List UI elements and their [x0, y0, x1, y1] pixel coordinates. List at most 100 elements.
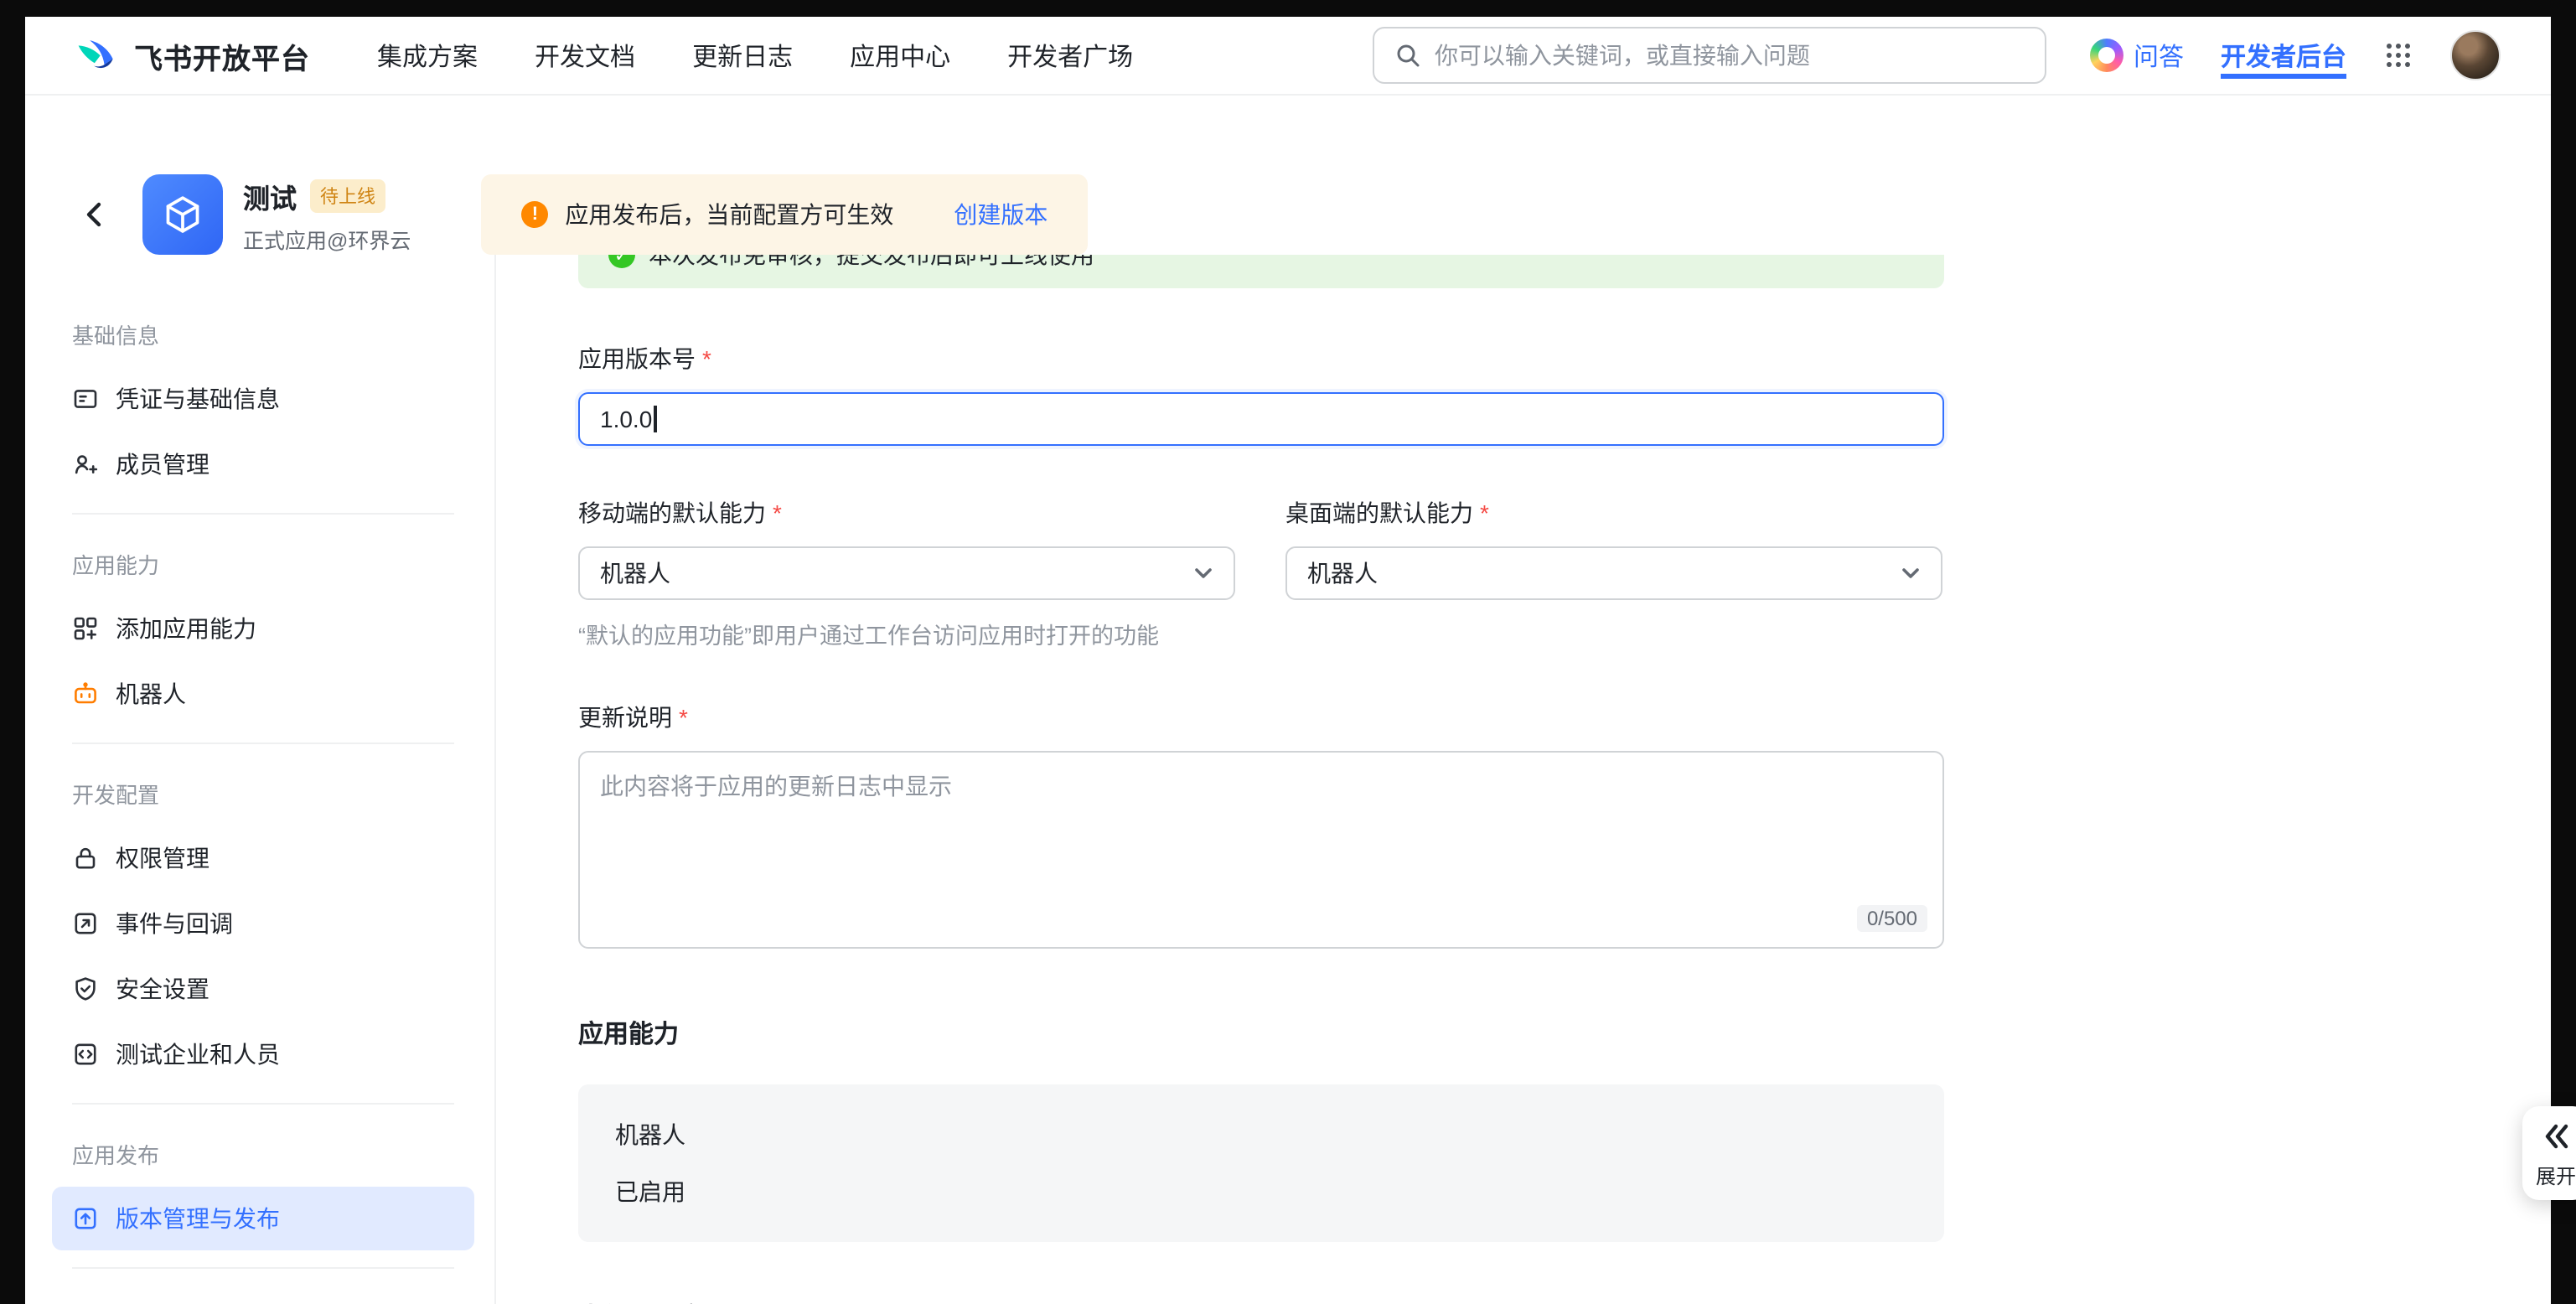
- app-name: 测试: [243, 175, 297, 215]
- nav-item-docs[interactable]: 开发文档: [535, 38, 635, 73]
- members-icon: [72, 451, 99, 478]
- status-badge: 待上线: [310, 179, 385, 212]
- sidebar-item-security[interactable]: 安全设置: [52, 957, 474, 1021]
- sidebar: 基础信息 凭证与基础信息 成员管理 应用能力: [25, 255, 496, 1304]
- required-asterisk: *: [1480, 499, 1489, 526]
- code-brackets-icon: [72, 1041, 99, 1068]
- version-label: 应用版本号: [578, 342, 696, 375]
- robot-icon: [72, 680, 99, 707]
- sidebar-item-label: 版本管理与发布: [116, 1202, 280, 1235]
- default-capability-row: 移动端的默认能力 * 机器人 桌面端的默认能力 *: [578, 496, 2551, 600]
- search-icon: [1394, 42, 1421, 69]
- sidebar-section-capability: 应用能力: [52, 548, 474, 580]
- qa-entry[interactable]: 问答: [2090, 38, 2184, 73]
- sidebar-item-members[interactable]: 成员管理: [52, 432, 474, 496]
- sidebar-item-label: 权限管理: [116, 841, 209, 875]
- version-field-label-row: 应用版本号 *: [578, 342, 2551, 375]
- desktop-capability-value: 机器人: [1307, 556, 1378, 590]
- sidebar-item-test-org[interactable]: 测试企业和人员: [52, 1022, 474, 1086]
- apps-grid-icon[interactable]: [2383, 40, 2413, 70]
- user-avatar[interactable]: [2450, 30, 2501, 80]
- changelog-textarea-wrap: 0/500: [578, 751, 1944, 949]
- sidebar-item-label: 事件与回调: [116, 907, 233, 940]
- search-input[interactable]: [1435, 42, 2025, 69]
- sidebar-item-permissions[interactable]: 权限管理: [52, 826, 474, 890]
- credential-icon: [72, 386, 99, 412]
- changelog-textarea[interactable]: [578, 751, 1944, 949]
- changelog-label: 更新说明: [578, 701, 672, 734]
- desktop-capability-label: 桌面端的默认能力: [1285, 496, 1473, 530]
- chevron-left-icon: [80, 199, 111, 230]
- nav-item-dev-square[interactable]: 开发者广场: [1007, 38, 1133, 73]
- app-subtitle: 正式应用@环界云: [243, 222, 411, 254]
- header-right-cluster: 问答 开发者后台: [2090, 17, 2501, 94]
- chevron-down-icon: [1901, 563, 1921, 583]
- sidebar-divider: [72, 513, 454, 515]
- sidebar-item-events[interactable]: 事件与回调: [52, 892, 474, 955]
- sidebar-item-label: 添加应用能力: [116, 612, 256, 645]
- double-chevron-left-icon: [2539, 1120, 2573, 1153]
- sidebar-item-label: 机器人: [116, 677, 186, 711]
- sidebar-item-credentials[interactable]: 凭证与基础信息: [52, 367, 474, 431]
- capability-summary-box: 机器人 已启用: [578, 1084, 1944, 1242]
- desktop-capability-col: 桌面端的默认能力 * 机器人: [1285, 496, 1942, 600]
- success-check-icon: ✓: [608, 255, 635, 268]
- capability-hint: “默认的应用功能”即用户通过工作台访问应用时打开的功能: [578, 617, 2551, 650]
- required-asterisk: *: [679, 704, 688, 731]
- capability-name: 机器人: [615, 1118, 1907, 1151]
- expand-panel-button[interactable]: 展开: [2522, 1106, 2576, 1200]
- success-banner-text: 本次发布免审核，提交发布后即可上线使用: [649, 255, 1094, 272]
- add-capability-icon: [72, 615, 99, 642]
- create-version-link[interactable]: 创建版本: [954, 198, 1047, 231]
- browser-viewport: 飞书开放平台 集成方案 开发文档 更新日志 应用中心 开发者广场 问答: [0, 0, 2576, 1304]
- tab-developer-console[interactable]: 开发者后台: [2221, 33, 2346, 78]
- sidebar-item-add-capability[interactable]: 添加应用能力: [52, 597, 474, 660]
- required-asterisk: *: [702, 345, 711, 372]
- text-caret: [654, 406, 656, 432]
- qa-label: 问答: [2134, 38, 2184, 73]
- mobile-capability-value: 机器人: [600, 556, 670, 590]
- sidebar-divider: [72, 1267, 454, 1269]
- content-area: 基础信息 凭证与基础信息 成员管理 应用能力: [25, 255, 2551, 1304]
- mobile-capability-label: 移动端的默认能力: [578, 496, 766, 530]
- sidebar-divider: [72, 1103, 454, 1105]
- feishu-logo-icon: [75, 33, 121, 78]
- brand-logo[interactable]: 飞书开放平台: [75, 17, 310, 94]
- required-asterisk: *: [773, 499, 782, 526]
- event-subscription-heading: 事件订阅变更: [578, 1299, 2551, 1304]
- publish-icon: [72, 1205, 99, 1232]
- sidebar-item-version-release[interactable]: 版本管理与发布: [52, 1187, 474, 1250]
- shield-icon: [72, 975, 99, 1002]
- lock-icon: [72, 845, 99, 872]
- qa-gradient-ring-icon: [2090, 39, 2123, 72]
- mobile-capability-col: 移动端的默认能力 * 机器人: [578, 496, 1235, 600]
- success-banner: ✓ 本次发布免审核，提交发布后即可上线使用: [578, 255, 1944, 288]
- sidebar-item-label: 测试企业和人员: [116, 1038, 280, 1071]
- nav-item-integration[interactable]: 集成方案: [377, 38, 478, 73]
- capability-status: 已启用: [615, 1175, 1907, 1208]
- desktop-capability-select[interactable]: 机器人: [1285, 546, 1942, 600]
- sidebar-item-bot[interactable]: 机器人: [52, 662, 474, 726]
- sidebar-item-label: 凭证与基础信息: [116, 382, 280, 416]
- notice-text: 应用发布后，当前配置方可生效: [565, 198, 893, 231]
- back-button[interactable]: [75, 194, 116, 235]
- expand-label: 展开: [2536, 1162, 2576, 1190]
- event-callback-icon: [72, 910, 99, 937]
- sidebar-item-label: 成员管理: [116, 448, 209, 481]
- sidebar-section-release: 应用发布: [52, 1138, 474, 1170]
- changelog-label-row: 更新说明 *: [578, 701, 2551, 734]
- sidebar-divider: [72, 743, 454, 744]
- app-icon: [142, 174, 223, 255]
- char-counter: 0/500: [1857, 905, 1927, 932]
- app-context-bar: 测试 待上线 正式应用@环界云 ! 应用发布后，当前配置方可生效 创建版本: [25, 96, 2551, 255]
- nav-item-changelog[interactable]: 更新日志: [692, 38, 793, 73]
- main-panel: ✓ 本次发布免审核，提交发布后即可上线使用 应用版本号 * 1.0.0 移动端的…: [496, 255, 2551, 1304]
- chevron-down-icon: [1193, 563, 1213, 583]
- nav-item-app-center[interactable]: 应用中心: [850, 38, 950, 73]
- top-navbar: 飞书开放平台 集成方案 开发文档 更新日志 应用中心 开发者广场 问答: [25, 17, 2551, 96]
- global-search-box[interactable]: [1373, 27, 2046, 84]
- mobile-capability-select[interactable]: 机器人: [578, 546, 1235, 600]
- version-input[interactable]: 1.0.0: [578, 392, 1944, 446]
- cube-icon: [159, 191, 206, 238]
- app-meta: 测试 待上线 正式应用@环界云: [243, 175, 411, 254]
